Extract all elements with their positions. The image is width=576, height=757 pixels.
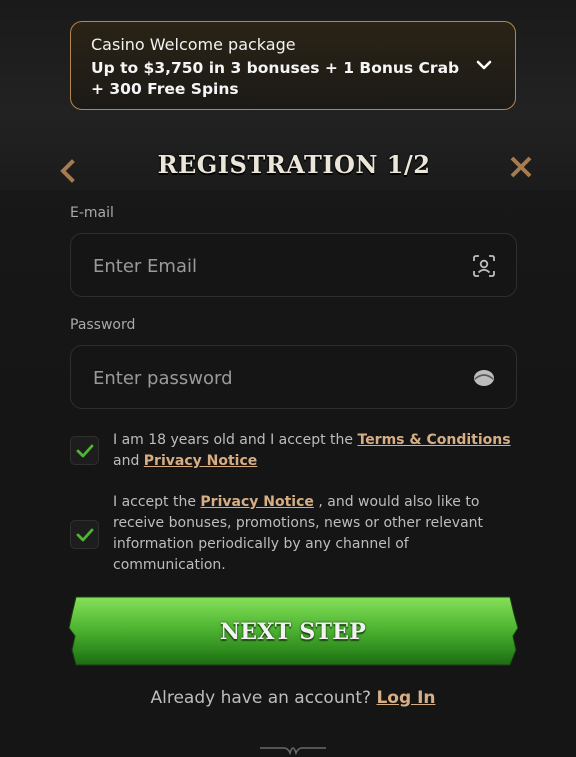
terms-checkbox[interactable] xyxy=(70,436,99,465)
email-field[interactable] xyxy=(70,233,517,298)
welcome-package-banner[interactable]: Casino Welcome package Up to $3,750 in 3… xyxy=(70,21,516,110)
terms-text-middle: and xyxy=(113,453,144,469)
welcome-package-title: Casino Welcome package xyxy=(91,35,296,54)
password-field[interactable] xyxy=(70,345,517,410)
privacy-notice-link[interactable]: Privacy Notice xyxy=(144,453,257,469)
eye-icon[interactable] xyxy=(472,366,496,390)
login-prompt: Already have an account? Log In xyxy=(0,688,576,708)
welcome-package-offer: Up to $3,750 in 3 bonuses + 1 Bonus Crab… xyxy=(91,59,460,98)
checkmark-icon xyxy=(76,528,94,542)
chevron-left-icon[interactable] xyxy=(58,158,78,184)
terms-text-before: I am 18 years old and I accept the xyxy=(113,432,358,448)
ornament-divider xyxy=(260,747,326,756)
chevron-down-icon[interactable] xyxy=(475,57,493,73)
email-input[interactable] xyxy=(91,234,455,298)
marketing-text-before: I accept the xyxy=(113,494,201,510)
privacy-notice-link-2[interactable]: Privacy Notice xyxy=(200,494,313,510)
log-in-link[interactable]: Log In xyxy=(376,688,435,708)
terms-conditions-link[interactable]: Terms & Conditions xyxy=(358,432,511,448)
marketing-checkbox[interactable] xyxy=(70,520,99,549)
password-label: Password xyxy=(70,317,136,333)
next-step-button[interactable]: NEXT STEP xyxy=(68,596,518,666)
login-prompt-text: Already have an account? xyxy=(150,688,377,708)
email-label: E-mail xyxy=(70,205,114,221)
page-title: REGISTRATION 1/2 xyxy=(157,150,431,179)
consent-row-marketing: I accept the Privacy Notice , and would … xyxy=(70,492,517,578)
checkmark-icon xyxy=(76,444,94,458)
consent-row-terms: I am 18 years old and I accept the Terms… xyxy=(70,430,517,474)
password-input[interactable] xyxy=(91,346,455,410)
face-id-icon[interactable] xyxy=(472,254,496,278)
marketing-consent-text: I accept the Privacy Notice , and would … xyxy=(113,492,513,576)
terms-consent-text: I am 18 years old and I accept the Terms… xyxy=(113,430,513,472)
registration-page: Casino Welcome package Up to $3,750 in 3… xyxy=(0,0,576,757)
close-icon[interactable] xyxy=(508,154,534,180)
next-step-label: NEXT STEP xyxy=(219,619,367,645)
